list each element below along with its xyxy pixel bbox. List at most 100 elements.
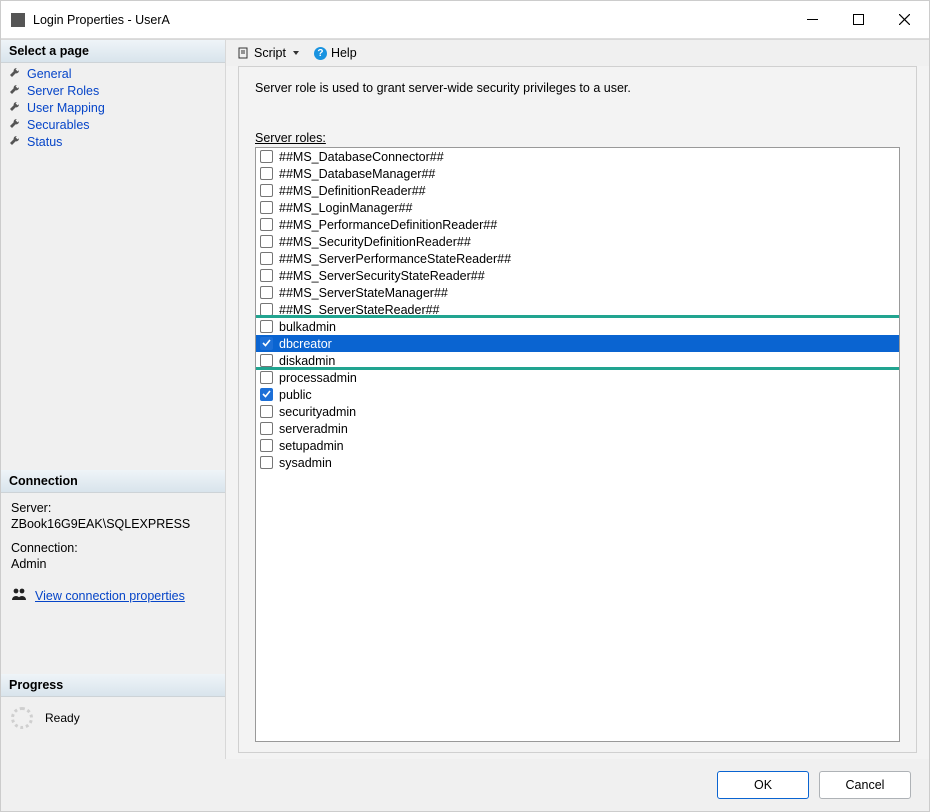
role-row[interactable]: ##MS_SecurityDefinitionReader## <box>256 233 899 250</box>
progress-heading: Progress <box>1 674 225 697</box>
role-row[interactable]: ##MS_DatabaseConnector## <box>256 148 899 165</box>
role-row[interactable]: securityadmin <box>256 403 899 420</box>
role-checkbox[interactable] <box>260 184 273 197</box>
role-checkbox[interactable] <box>260 201 273 214</box>
login-properties-window: Login Properties - UserA Select a page G… <box>0 0 930 812</box>
role-checkbox[interactable] <box>260 303 273 316</box>
role-checkbox[interactable] <box>260 286 273 299</box>
role-label: diskadmin <box>279 354 897 368</box>
progress-spinner-icon <box>11 707 33 729</box>
role-label: securityadmin <box>279 405 897 419</box>
role-checkbox[interactable] <box>260 337 273 350</box>
view-connection-properties-link[interactable]: View connection properties <box>35 589 185 603</box>
role-checkbox[interactable] <box>260 269 273 282</box>
server-value: ZBook16G9EAK\SQLEXPRESS <box>11 517 215 531</box>
help-button[interactable]: ? Help <box>306 46 357 60</box>
role-checkbox[interactable] <box>260 405 273 418</box>
script-button[interactable]: Script <box>238 46 300 60</box>
role-label: processadmin <box>279 371 897 385</box>
help-icon: ? <box>314 47 327 60</box>
role-checkbox[interactable] <box>260 456 273 469</box>
sidebar-item-general[interactable]: General <box>1 65 225 82</box>
role-row[interactable]: ##MS_ServerPerformanceStateReader## <box>256 250 899 267</box>
role-row[interactable]: dbcreator <box>256 335 899 352</box>
sidebar-item-securables[interactable]: Securables <box>1 116 225 133</box>
role-row[interactable]: processadmin <box>256 369 899 386</box>
role-row[interactable]: ##MS_PerformanceDefinitionReader## <box>256 216 899 233</box>
panel-description: Server role is used to grant server-wide… <box>255 81 900 95</box>
window-title: Login Properties - UserA <box>33 13 789 27</box>
role-label: ##MS_LoginManager## <box>279 201 897 215</box>
role-label: ##MS_DatabaseConnector## <box>279 150 897 164</box>
progress-box: Ready <box>1 697 225 739</box>
wrench-icon <box>9 134 21 149</box>
role-row[interactable]: serveradmin <box>256 420 899 437</box>
role-label: ##MS_DatabaseManager## <box>279 167 897 181</box>
cancel-button[interactable]: Cancel <box>819 771 911 799</box>
role-row[interactable]: ##MS_ServerStateManager## <box>256 284 899 301</box>
role-label: setupadmin <box>279 439 897 453</box>
role-row[interactable]: setupadmin <box>256 437 899 454</box>
body-area: Select a page GeneralServer RolesUser Ma… <box>1 39 929 759</box>
role-checkbox[interactable] <box>260 252 273 265</box>
close-button[interactable] <box>881 1 927 39</box>
role-checkbox[interactable] <box>260 439 273 452</box>
role-row[interactable]: bulkadmin <box>256 318 899 335</box>
role-row[interactable]: public <box>256 386 899 403</box>
maximize-button[interactable] <box>835 1 881 39</box>
sidebar-item-label: Securables <box>27 118 90 132</box>
script-help-toolbar: Script ? Help <box>226 40 929 66</box>
role-label: ##MS_SecurityDefinitionReader## <box>279 235 897 249</box>
role-label: ##MS_ServerSecurityStateReader## <box>279 269 897 283</box>
sidebar-item-status[interactable]: Status <box>1 133 225 150</box>
role-checkbox[interactable] <box>260 167 273 180</box>
server-roles-panel: Server role is used to grant server-wide… <box>238 66 917 753</box>
view-conn-row: View connection properties <box>1 585 225 614</box>
progress-state: Ready <box>45 711 80 725</box>
role-label: ##MS_ServerStateManager## <box>279 286 897 300</box>
people-icon <box>11 587 27 604</box>
server-roles-label: Server roles: <box>255 131 900 147</box>
role-checkbox[interactable] <box>260 320 273 333</box>
connection-heading: Connection <box>1 470 225 493</box>
page-list: General Server Roles User Mapping Securable… <box>1 63 225 155</box>
role-row[interactable]: sysadmin <box>256 454 899 471</box>
role-checkbox[interactable] <box>260 354 273 367</box>
role-row[interactable]: ##MS_DefinitionReader## <box>256 182 899 199</box>
connection-info: Server: ZBook16G9EAK\SQLEXPRESS Connecti… <box>1 493 225 585</box>
wrench-icon <box>9 100 21 115</box>
sidebar-item-server-roles[interactable]: Server Roles <box>1 82 225 99</box>
sidebar-item-label: User Mapping <box>27 101 105 115</box>
sidebar-item-user-mapping[interactable]: User Mapping <box>1 99 225 116</box>
sidebar-item-label: Server Roles <box>27 84 99 98</box>
role-label: ##MS_DefinitionReader## <box>279 184 897 198</box>
role-row[interactable]: diskadmin <box>256 352 899 369</box>
server-label: Server: <box>11 501 215 515</box>
role-label: serveradmin <box>279 422 897 436</box>
script-icon <box>238 47 250 59</box>
connection-value: Admin <box>11 557 215 571</box>
role-label: ##MS_ServerStateReader## <box>279 303 897 317</box>
dialog-footer: OK Cancel <box>1 759 929 811</box>
role-checkbox[interactable] <box>260 388 273 401</box>
role-checkbox[interactable] <box>260 422 273 435</box>
role-row[interactable]: ##MS_DatabaseManager## <box>256 165 899 182</box>
role-label: ##MS_ServerPerformanceStateReader## <box>279 252 897 266</box>
role-row[interactable]: ##MS_ServerStateReader## <box>256 301 899 318</box>
role-label: ##MS_PerformanceDefinitionReader## <box>279 218 897 232</box>
sidebar-item-label: General <box>27 67 71 81</box>
role-row[interactable]: ##MS_ServerSecurityStateReader## <box>256 267 899 284</box>
role-checkbox[interactable] <box>260 218 273 231</box>
role-checkbox[interactable] <box>260 371 273 384</box>
role-checkbox[interactable] <box>260 150 273 163</box>
role-label: bulkadmin <box>279 320 897 334</box>
ok-button[interactable]: OK <box>717 771 809 799</box>
dropdown-caret-icon <box>292 46 300 60</box>
server-roles-list[interactable]: ##MS_DatabaseConnector## ##MS_DatabaseMan… <box>255 147 900 742</box>
role-checkbox[interactable] <box>260 235 273 248</box>
app-icon <box>11 13 25 27</box>
minimize-button[interactable] <box>789 1 835 39</box>
role-row[interactable]: ##MS_LoginManager## <box>256 199 899 216</box>
titlebar: Login Properties - UserA <box>1 1 929 39</box>
main-pane: Script ? Help Server role is used to gra… <box>226 40 929 759</box>
